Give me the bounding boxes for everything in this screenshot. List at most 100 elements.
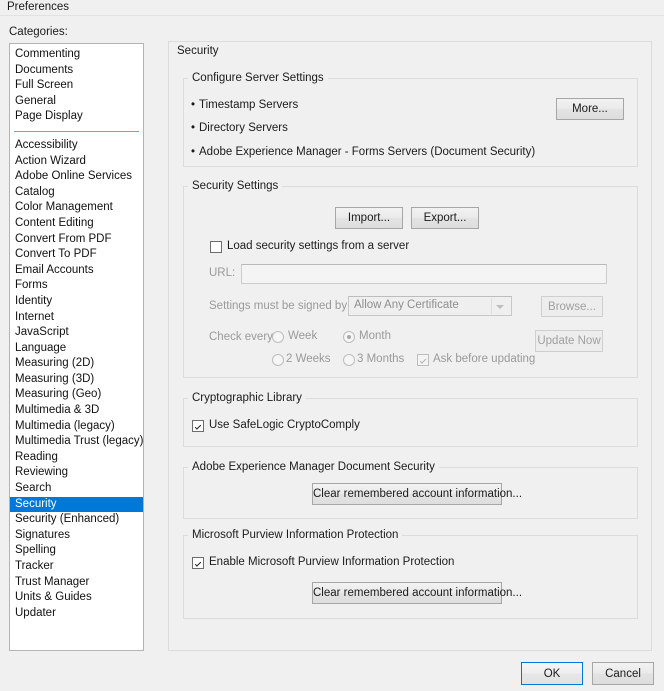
sidebar-item-units-guides[interactable]: Units & Guides: [10, 590, 143, 606]
sidebar-item-security-enhanced[interactable]: Security (Enhanced): [10, 512, 143, 528]
sidebar-item-search[interactable]: Search: [10, 481, 143, 497]
sidebar-item-color-management[interactable]: Color Management: [10, 200, 143, 216]
chevron-down-icon: [496, 305, 504, 309]
aem-clear-account-info-label: Clear remembered account information...: [313, 488, 523, 500]
signed-by-combobox[interactable]: Allow Any Certificate: [348, 296, 512, 316]
radio-3-months[interactable]: [343, 354, 355, 366]
categories-list[interactable]: Commenting Documents Full Screen General Pag…: [9, 43, 144, 651]
browse-button[interactable]: Browse...: [541, 296, 603, 317]
url-input[interactable]: [241, 264, 607, 284]
sidebar-item-signatures[interactable]: Signatures: [10, 528, 143, 544]
radio-week[interactable]: [272, 331, 284, 343]
aem-clear-account-info-button[interactable]: Clear remembered account information...: [312, 483, 523, 505]
sidebar-item-updater[interactable]: Updater: [10, 606, 143, 622]
radio-month-label: Month: [359, 330, 391, 342]
aem-document-security-title: Adobe Experience Manager Document Securi…: [188, 461, 439, 473]
cancel-button-label: Cancel: [605, 667, 641, 680]
use-safelogic-label: Use SafeLogic CryptoComply: [209, 419, 360, 431]
ask-before-updating-checkbox[interactable]: [417, 354, 429, 366]
categories-label: Categories:: [9, 26, 68, 38]
enable-purview-label: Enable Microsoft Purview Information Pro…: [209, 556, 455, 568]
purview-clear-account-info-label: Clear remembered account information...: [313, 587, 523, 599]
sidebar-item-convert-from-pdf[interactable]: Convert From PDF: [10, 232, 143, 248]
window-titlebar: Preferences: [0, 0, 664, 16]
security-settings-title: Security Settings: [188, 180, 283, 192]
load-security-settings-label: Load security settings from a server: [227, 240, 410, 252]
sidebar-item-security[interactable]: Security: [10, 496, 143, 513]
sidebar-item-identity[interactable]: Identity: [10, 294, 143, 310]
sidebar-item-page-display[interactable]: Page Display: [10, 109, 143, 125]
load-security-settings-checkbox[interactable]: [210, 241, 222, 253]
radio-month[interactable]: [343, 331, 355, 343]
ok-button[interactable]: OK: [521, 662, 583, 685]
import-button[interactable]: Import...: [335, 207, 403, 229]
sidebar-item-measuring-2d[interactable]: Measuring (2D): [10, 356, 143, 372]
purview-title: Microsoft Purview Information Protection: [188, 529, 403, 541]
ok-button-label: OK: [543, 667, 561, 680]
bullet-label: Directory Servers: [199, 122, 288, 134]
sidebar-item-multimedia-trust-legacy[interactable]: Multimedia Trust (legacy): [10, 434, 143, 450]
combobox-divider: [491, 298, 492, 314]
export-button-label: Export...: [423, 212, 467, 224]
sidebar-item-tracker[interactable]: Tracker: [10, 559, 143, 575]
sidebar-item-forms[interactable]: Forms: [10, 278, 143, 294]
sidebar-item-measuring-3d[interactable]: Measuring (3D): [10, 372, 143, 388]
sidebar-item-convert-to-pdf[interactable]: Convert To PDF: [10, 247, 143, 263]
bullet-timestamp-servers: • Timestamp Servers: [191, 99, 298, 111]
check-every-label: Check every:: [209, 331, 277, 343]
sidebar-item-internet[interactable]: Internet: [10, 310, 143, 326]
bullet-dot-icon: •: [191, 122, 196, 134]
import-button-label: Import...: [347, 212, 391, 224]
sidebar-item-accessibility[interactable]: Accessibility: [10, 138, 143, 154]
more-button-label: More...: [572, 103, 608, 115]
browse-button-label: Browse...: [548, 300, 596, 313]
enable-purview-checkbox[interactable]: [192, 557, 204, 569]
sidebar-item-adobe-online-services[interactable]: Adobe Online Services: [10, 169, 143, 185]
update-now-button[interactable]: Update Now: [535, 330, 603, 352]
url-label: URL:: [209, 267, 236, 279]
sidebar-item-action-wizard[interactable]: Action Wizard: [10, 154, 143, 170]
cryptographic-library-title: Cryptographic Library: [188, 392, 306, 404]
radio-2-weeks-label: 2 Weeks: [286, 353, 331, 365]
sidebar-item-trust-manager[interactable]: Trust Manager: [10, 575, 143, 591]
update-now-button-label: Update Now: [537, 335, 601, 347]
bullet-directory-servers: • Directory Servers: [191, 122, 288, 134]
signed-by-value: Allow Any Certificate: [354, 299, 459, 311]
sidebar-item-commenting[interactable]: Commenting: [10, 47, 143, 63]
sidebar-item-documents[interactable]: Documents: [10, 63, 143, 79]
configure-server-settings-title: Configure Server Settings: [188, 72, 328, 84]
sidebar-item-spelling[interactable]: Spelling: [10, 543, 143, 559]
bullet-label: Timestamp Servers: [199, 99, 299, 111]
page-title: Security: [173, 45, 223, 57]
bullet-dot-icon: •: [191, 146, 196, 158]
sidebar-item-javascript[interactable]: JavaScript: [10, 325, 143, 341]
radio-week-label: Week: [288, 330, 318, 342]
bullet-label: Adobe Experience Manager - Forms Servers…: [199, 146, 536, 158]
use-safelogic-checkbox[interactable]: [192, 420, 204, 432]
sidebar-item-multimedia-legacy[interactable]: Multimedia (legacy): [10, 419, 143, 435]
more-button[interactable]: More...: [556, 98, 624, 120]
purview-group: [183, 535, 638, 619]
radio-3-months-label: 3 Months: [357, 353, 405, 365]
sidebar-item-catalog[interactable]: Catalog: [10, 185, 143, 201]
sidebar-item-reading[interactable]: Reading: [10, 450, 143, 466]
radio-2-weeks[interactable]: [272, 354, 284, 366]
sidebar-item-content-editing[interactable]: Content Editing: [10, 216, 143, 232]
titlebar-divider: [0, 15, 664, 16]
sidebar-item-reviewing[interactable]: Reviewing: [10, 465, 143, 481]
cancel-button[interactable]: Cancel: [592, 662, 654, 685]
sidebar-item-email-accounts[interactable]: Email Accounts: [10, 263, 143, 279]
bullet-dot-icon: •: [191, 99, 196, 111]
sidebar-divider: [14, 130, 139, 132]
sidebar-item-language[interactable]: Language: [10, 341, 143, 357]
sidebar-item-general[interactable]: General: [10, 94, 143, 110]
sidebar-item-multimedia-3d[interactable]: Multimedia & 3D: [10, 403, 143, 419]
bullet-aem-forms-servers: • Adobe Experience Manager - Forms Server…: [191, 146, 535, 158]
window-title: Preferences: [7, 1, 70, 13]
sidebar-item-measuring-geo[interactable]: Measuring (Geo): [10, 387, 143, 403]
sidebar-item-full-screen[interactable]: Full Screen: [10, 78, 143, 94]
purview-clear-account-info-button[interactable]: Clear remembered account information...: [312, 582, 523, 604]
signed-by-label: Settings must be signed by:: [209, 300, 351, 312]
ask-before-updating-label: Ask before updating: [433, 353, 536, 365]
export-button[interactable]: Export...: [411, 207, 479, 229]
